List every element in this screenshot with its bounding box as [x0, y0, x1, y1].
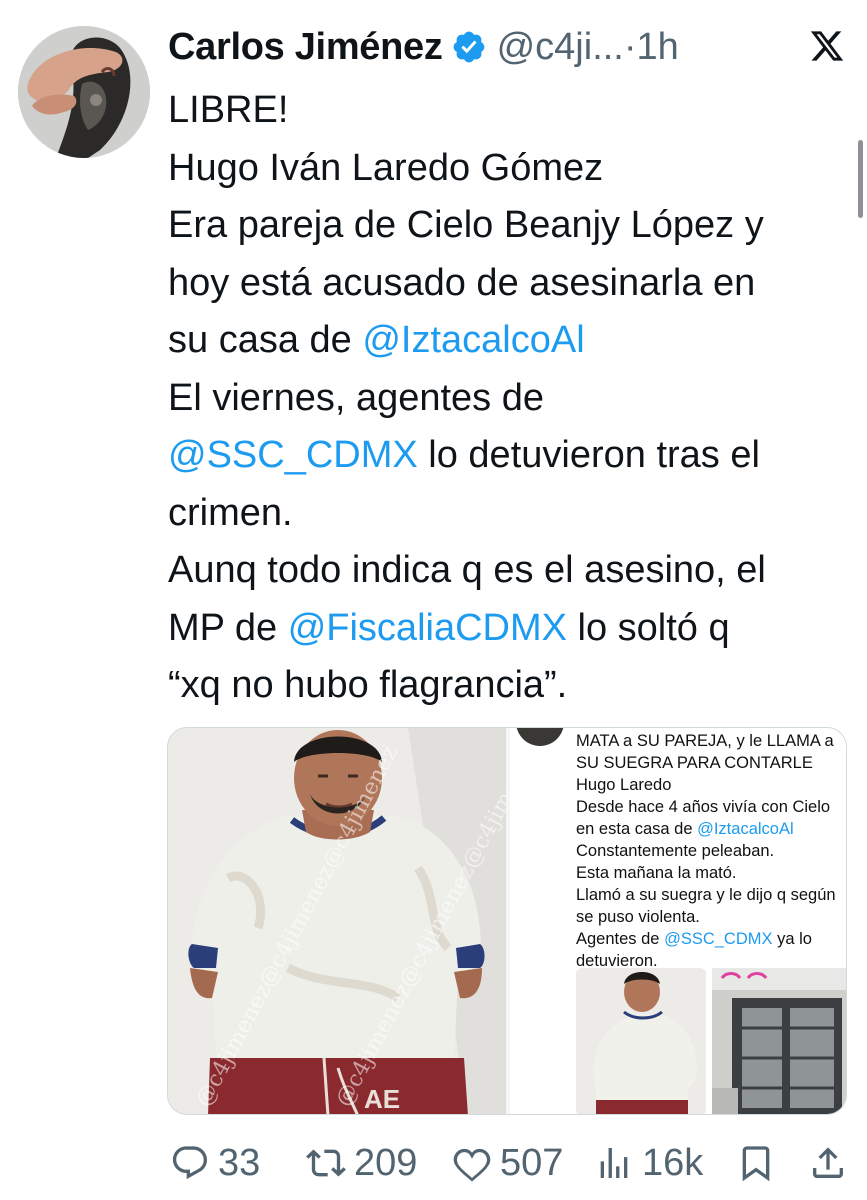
- author-handle[interactable]: @c4ji...: [497, 26, 624, 69]
- text-line: se puso violenta.: [576, 906, 846, 928]
- tweet: Carlos Jiménez @c4ji... · 1h LIBRE! Hugo …: [0, 0, 867, 1200]
- text-line: crimen.: [168, 485, 838, 543]
- text-line: en esta casa de @IztacalcoAl: [576, 818, 846, 840]
- verified-badge-icon: [453, 31, 484, 63]
- inner-avatar: [516, 728, 564, 746]
- reply-count: 33: [218, 1141, 261, 1184]
- text-line: Llamó a su suegra y le dijo q según: [576, 884, 846, 906]
- text-segment: “xq no hubo flagrancia”.: [168, 664, 568, 706]
- like-button[interactable]: 507: [452, 1141, 563, 1185]
- inner-photos: [576, 968, 846, 1114]
- text-line: hoy está acusado de asesinarla en: [168, 255, 838, 313]
- text-line: Hugo Iván Laredo Gómez: [168, 140, 838, 198]
- repost-icon: [306, 1149, 346, 1177]
- text-line: Agentes de @SSC_CDMX ya lo: [576, 928, 846, 950]
- text-line: @SSC_CDMX lo detuvieron tras el: [168, 427, 838, 485]
- text-segment: ya lo: [772, 930, 812, 948]
- text-segment: crimen.: [168, 491, 293, 534]
- text-line: El viernes, agentes de: [168, 370, 838, 428]
- text-segment: LIBRE!: [168, 89, 289, 131]
- text-line: Desde hace 4 años vivía con Cielo: [576, 796, 846, 818]
- text-line: MP de @FiscaliaCDMX lo soltó q: [168, 600, 838, 658]
- separator-dot: ·: [623, 25, 637, 68]
- x-logo-icon[interactable]: [809, 28, 845, 64]
- mention-link[interactable]: @IztacalcoAl: [362, 319, 584, 361]
- text-line: MATA a SU PAREJA, y le LLAMA a: [576, 730, 846, 752]
- tweet-actions: 33 209 507 16k: [170, 1137, 850, 1189]
- text-segment: Agentes de: [576, 930, 665, 948]
- tweet-timestamp[interactable]: 1h: [637, 26, 679, 69]
- text-line: Constantemente peleaban.: [576, 840, 846, 862]
- text-segment: Hugo Laredo: [576, 776, 672, 794]
- shorts-print-text: AE: [364, 1084, 400, 1114]
- tweet-media[interactable]: AE @c4jimenez@c4jimenez@c4jimenez @c4jim…: [167, 727, 847, 1115]
- author-name[interactable]: Carlos Jiménez: [168, 26, 443, 69]
- mention-link[interactable]: @IztacalcoAl: [697, 820, 794, 838]
- bookmark-button[interactable]: [736, 1141, 784, 1185]
- text-line: Aunq todo indica q es el asesino, el: [168, 542, 838, 600]
- text-segment: Llamó a su suegra y le dijo q según: [576, 886, 836, 904]
- tweet-text: LIBRE! Hugo Iván Laredo Gómez Era pareja d…: [168, 82, 838, 715]
- screenshot-photo[interactable]: MATA a SU PAREJA, y le LLAMA a SU SUEGRA …: [510, 728, 846, 1114]
- views-icon: [600, 1148, 628, 1178]
- text-segment: lo detuvieron tras el: [417, 434, 760, 476]
- text-line: SU SUEGRA PARA CONTARLE: [576, 752, 846, 774]
- repost-button[interactable]: 209: [306, 1141, 417, 1185]
- text-segment: Constantemente peleaban.: [576, 842, 775, 860]
- suspect-photo[interactable]: AE @c4jimenez@c4jimenez@c4jimenez @c4jim…: [168, 728, 506, 1114]
- text-segment: SU SUEGRA PARA CONTARLE: [576, 754, 813, 772]
- text-segment: Era pareja de Cielo Beanjy López y: [168, 204, 764, 246]
- text-segment: se puso violenta.: [576, 908, 700, 926]
- tweet-header: Carlos Jiménez @c4ji... · 1h: [168, 22, 679, 72]
- views-count: 16k: [642, 1141, 704, 1184]
- text-segment: MATA a SU PAREJA, y le LLAMA a: [576, 732, 834, 750]
- mention-link[interactable]: @SSC_CDMX: [168, 434, 418, 476]
- like-icon: [453, 1148, 491, 1182]
- like-count: 507: [500, 1141, 564, 1184]
- mention-link[interactable]: @SSC_CDMX: [664, 930, 772, 948]
- mention-link[interactable]: @FiscaliaCDMX: [288, 607, 567, 649]
- reply-icon: [172, 1146, 208, 1180]
- text-segment: en esta casa de: [576, 820, 698, 838]
- repost-count: 209: [354, 1141, 418, 1184]
- text-segment: lo soltó q: [566, 606, 730, 649]
- author-avatar[interactable]: [18, 26, 150, 158]
- text-line: “xq no hubo flagrancia”.: [168, 657, 838, 715]
- reply-button[interactable]: 33: [170, 1141, 260, 1185]
- text-line: Era pareja de Cielo Beanjy López y: [168, 197, 838, 255]
- text-segment: Aunq todo indica q es el asesino, el: [168, 549, 766, 591]
- text-line: Esta mañana la mató.: [576, 862, 846, 884]
- text-segment: El viernes, agentes de: [168, 376, 545, 419]
- text-segment: Hugo Iván Laredo Gómez: [168, 146, 604, 189]
- share-icon: [813, 1147, 843, 1178]
- scrollbar[interactable]: [858, 140, 863, 218]
- text-line: su casa de @IztacalcoAl: [168, 312, 838, 370]
- bookmark-icon: [742, 1146, 770, 1182]
- text-segment: su casa de: [168, 319, 363, 361]
- text-segment: Esta mañana la mató.: [576, 864, 737, 882]
- text-line: LIBRE!: [168, 82, 838, 140]
- text-segment: Desde hace 4 años vivía con Cielo: [576, 798, 831, 816]
- inner-tweet-text: MATA a SU PAREJA, y le LLAMA a SU SUEGRA …: [576, 730, 846, 972]
- views-button[interactable]: 16k: [594, 1141, 703, 1185]
- share-button[interactable]: [808, 1141, 856, 1185]
- text-segment: MP de: [168, 606, 288, 649]
- text-segment: hoy está acusado de asesinarla en: [168, 261, 756, 304]
- text-line: Hugo Laredo: [576, 774, 846, 796]
